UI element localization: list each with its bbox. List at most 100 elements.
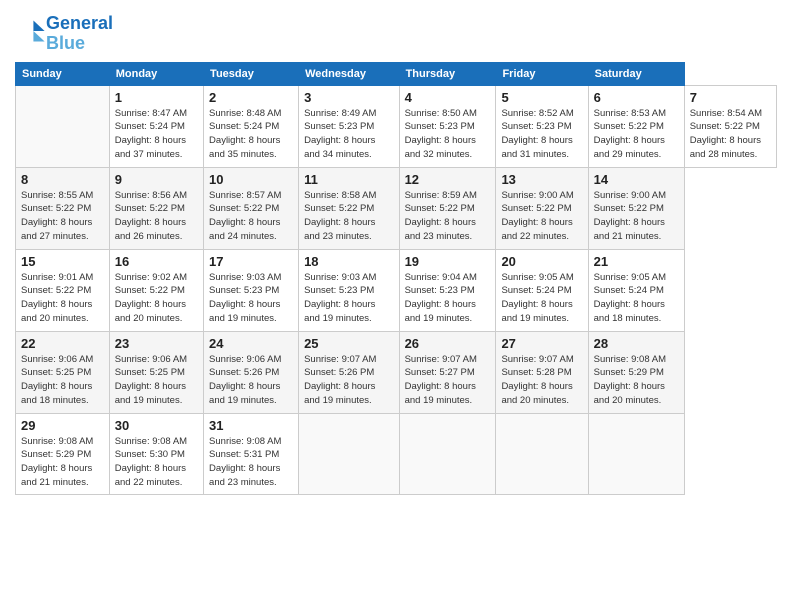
calendar-header-wednesday: Wednesday — [299, 62, 400, 85]
calendar-cell: 22 Sunrise: 9:06 AMSunset: 5:25 PMDayligh… — [16, 331, 110, 413]
day-info: Sunrise: 9:08 AMSunset: 5:31 PMDaylight:… — [209, 435, 293, 490]
calendar-cell: 24 Sunrise: 9:06 AMSunset: 5:26 PMDayligh… — [204, 331, 299, 413]
day-number: 24 — [209, 336, 293, 351]
day-info: Sunrise: 9:02 AMSunset: 5:22 PMDaylight:… — [115, 271, 198, 326]
day-number: 9 — [115, 172, 198, 187]
day-number: 2 — [209, 90, 293, 105]
day-number: 15 — [21, 254, 104, 269]
day-info: Sunrise: 9:08 AMSunset: 5:29 PMDaylight:… — [594, 353, 679, 408]
calendar-cell: 9 Sunrise: 8:56 AMSunset: 5:22 PMDaylight… — [109, 167, 203, 249]
day-info: Sunrise: 8:55 AMSunset: 5:22 PMDaylight:… — [21, 189, 104, 244]
day-info: Sunrise: 9:06 AMSunset: 5:25 PMDaylight:… — [21, 353, 104, 408]
calendar-header-thursday: Thursday — [399, 62, 496, 85]
day-info: Sunrise: 8:52 AMSunset: 5:23 PMDaylight:… — [501, 107, 582, 162]
calendar-cell: 25 Sunrise: 9:07 AMSunset: 5:26 PMDayligh… — [299, 331, 400, 413]
calendar-cell: 26Sunrise: 9:07 AMSunset: 5:27 PMDayligh… — [399, 331, 496, 413]
calendar-cell: 6 Sunrise: 8:53 AMSunset: 5:22 PMDaylight… — [588, 85, 684, 167]
day-number: 8 — [21, 172, 104, 187]
calendar-cell — [299, 413, 400, 494]
day-info: Sunrise: 8:48 AMSunset: 5:24 PMDaylight:… — [209, 107, 293, 162]
day-number: 27 — [501, 336, 582, 351]
calendar-table: SundayMondayTuesdayWednesdayThursdayFrid… — [15, 62, 777, 495]
day-info: Sunrise: 8:49 AMSunset: 5:23 PMDaylight:… — [304, 107, 394, 162]
day-number: 5 — [501, 90, 582, 105]
calendar-header-row: SundayMondayTuesdayWednesdayThursdayFrid… — [16, 62, 777, 85]
day-number: 22 — [21, 336, 104, 351]
calendar-cell: 28 Sunrise: 9:08 AMSunset: 5:29 PMDayligh… — [588, 331, 684, 413]
day-info: Sunrise: 8:57 AMSunset: 5:22 PMDaylight:… — [209, 189, 293, 244]
day-number: 12 — [405, 172, 491, 187]
calendar-cell: 1 Sunrise: 8:47 AMSunset: 5:24 PMDaylight… — [109, 85, 203, 167]
calendar-cell: 5 Sunrise: 8:52 AMSunset: 5:23 PMDaylight… — [496, 85, 588, 167]
day-info: Sunrise: 9:01 AMSunset: 5:22 PMDaylight:… — [21, 271, 104, 326]
calendar-cell: 23Sunrise: 9:06 AMSunset: 5:25 PMDayligh… — [109, 331, 203, 413]
calendar-header-tuesday: Tuesday — [204, 62, 299, 85]
calendar-cell: 18 Sunrise: 9:03 AMSunset: 5:23 PMDayligh… — [299, 249, 400, 331]
logo-text: General Blue — [46, 14, 113, 54]
calendar-cell: 19 Sunrise: 9:04 AMSunset: 5:23 PMDayligh… — [399, 249, 496, 331]
day-number: 25 — [304, 336, 394, 351]
day-number: 18 — [304, 254, 394, 269]
day-number: 19 — [405, 254, 491, 269]
calendar-week-3: 15 Sunrise: 9:01 AMSunset: 5:22 PMDayligh… — [16, 249, 777, 331]
day-info: Sunrise: 8:50 AMSunset: 5:23 PMDaylight:… — [405, 107, 491, 162]
calendar-cell: 21 Sunrise: 9:05 AMSunset: 5:24 PMDayligh… — [588, 249, 684, 331]
logo-icon — [18, 17, 46, 45]
calendar-cell: 8 Sunrise: 8:55 AMSunset: 5:22 PMDaylight… — [16, 167, 110, 249]
day-info: Sunrise: 9:08 AMSunset: 5:29 PMDaylight:… — [21, 435, 104, 490]
day-number: 7 — [690, 90, 771, 105]
day-number: 16 — [115, 254, 198, 269]
calendar-header-monday: Monday — [109, 62, 203, 85]
calendar-cell: 30 Sunrise: 9:08 AMSunset: 5:30 PMDayligh… — [109, 413, 203, 494]
calendar-cell: 31 Sunrise: 9:08 AMSunset: 5:31 PMDayligh… — [204, 413, 299, 494]
day-info: Sunrise: 9:05 AMSunset: 5:24 PMDaylight:… — [501, 271, 582, 326]
day-number: 1 — [115, 90, 198, 105]
calendar-week-4: 22 Sunrise: 9:06 AMSunset: 5:25 PMDayligh… — [16, 331, 777, 413]
day-info: Sunrise: 9:03 AMSunset: 5:23 PMDaylight:… — [209, 271, 293, 326]
calendar-cell: 10Sunrise: 8:57 AMSunset: 5:22 PMDayligh… — [204, 167, 299, 249]
calendar-header-saturday: Saturday — [588, 62, 684, 85]
day-number: 17 — [209, 254, 293, 269]
day-info: Sunrise: 8:54 AMSunset: 5:22 PMDaylight:… — [690, 107, 771, 162]
day-number: 30 — [115, 418, 198, 433]
calendar-week-2: 8 Sunrise: 8:55 AMSunset: 5:22 PMDaylight… — [16, 167, 777, 249]
day-number: 28 — [594, 336, 679, 351]
day-info: Sunrise: 9:07 AMSunset: 5:26 PMDaylight:… — [304, 353, 394, 408]
calendar-cell: 27Sunrise: 9:07 AMSunset: 5:28 PMDayligh… — [496, 331, 588, 413]
day-info: Sunrise: 9:05 AMSunset: 5:24 PMDaylight:… — [594, 271, 679, 326]
calendar-cell: 2 Sunrise: 8:48 AMSunset: 5:24 PMDaylight… — [204, 85, 299, 167]
day-number: 14 — [594, 172, 679, 187]
day-number: 4 — [405, 90, 491, 105]
day-info: Sunrise: 8:56 AMSunset: 5:22 PMDaylight:… — [115, 189, 198, 244]
calendar-cell: 14Sunrise: 9:00 AMSunset: 5:22 PMDayligh… — [588, 167, 684, 249]
day-number: 6 — [594, 90, 679, 105]
day-info: Sunrise: 9:04 AMSunset: 5:23 PMDaylight:… — [405, 271, 491, 326]
calendar-cell: 3Sunrise: 8:49 AMSunset: 5:23 PMDaylight… — [299, 85, 400, 167]
day-info: Sunrise: 8:58 AMSunset: 5:22 PMDaylight:… — [304, 189, 394, 244]
calendar-cell: 12 Sunrise: 8:59 AMSunset: 5:22 PMDayligh… — [399, 167, 496, 249]
day-number: 31 — [209, 418, 293, 433]
day-info: Sunrise: 8:59 AMSunset: 5:22 PMDaylight:… — [405, 189, 491, 244]
day-info: Sunrise: 9:08 AMSunset: 5:30 PMDaylight:… — [115, 435, 198, 490]
day-number: 20 — [501, 254, 582, 269]
calendar-cell — [496, 413, 588, 494]
day-info: Sunrise: 8:53 AMSunset: 5:22 PMDaylight:… — [594, 107, 679, 162]
calendar-cell: 16 Sunrise: 9:02 AMSunset: 5:22 PMDayligh… — [109, 249, 203, 331]
calendar-week-5: 29Sunrise: 9:08 AMSunset: 5:29 PMDayligh… — [16, 413, 777, 494]
day-info: Sunrise: 8:47 AMSunset: 5:24 PMDaylight:… — [115, 107, 198, 162]
day-number: 21 — [594, 254, 679, 269]
calendar-header-friday: Friday — [496, 62, 588, 85]
calendar-cell: 15 Sunrise: 9:01 AMSunset: 5:22 PMDayligh… — [16, 249, 110, 331]
calendar-cell — [16, 85, 110, 167]
calendar-cell: 29Sunrise: 9:08 AMSunset: 5:29 PMDayligh… — [16, 413, 110, 494]
day-info: Sunrise: 9:06 AMSunset: 5:26 PMDaylight:… — [209, 353, 293, 408]
header: General Blue — [15, 10, 777, 54]
day-info: Sunrise: 9:00 AMSunset: 5:22 PMDaylight:… — [501, 189, 582, 244]
page: General Blue SundayMondayTuesdayWednesda… — [0, 0, 792, 612]
logo: General Blue — [15, 14, 113, 54]
calendar-cell — [399, 413, 496, 494]
day-number: 13 — [501, 172, 582, 187]
calendar-cell: 13 Sunrise: 9:00 AMSunset: 5:22 PMDayligh… — [496, 167, 588, 249]
calendar-header-sunday: Sunday — [16, 62, 110, 85]
day-info: Sunrise: 9:03 AMSunset: 5:23 PMDaylight:… — [304, 271, 394, 326]
